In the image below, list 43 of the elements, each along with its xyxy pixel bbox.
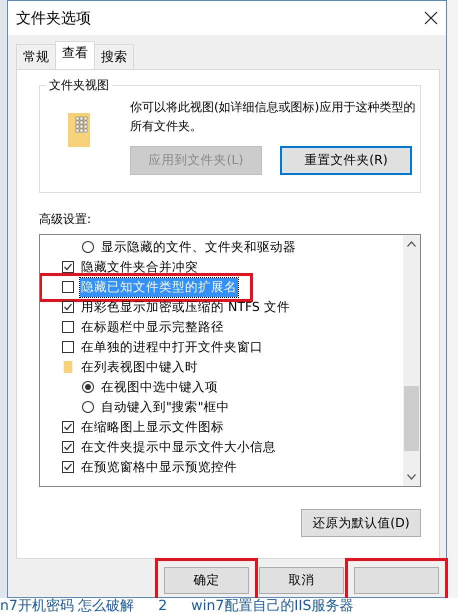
restore-defaults-button[interactable]: 还原为默认值(D): [301, 509, 421, 537]
scrollbar[interactable]: [403, 235, 420, 486]
setting-label[interactable]: 隐藏文件夹合并冲突: [80, 258, 199, 276]
tab[interactable]: 查看: [55, 41, 95, 69]
radio-button[interactable]: [82, 241, 94, 253]
setting-label[interactable]: 自动键入到"搜索"框中: [100, 398, 230, 416]
folder-icon: [68, 113, 90, 147]
scroll-down-icon[interactable]: [407, 474, 416, 480]
setting-label[interactable]: 在文件夹提示中显示文件大小信息: [80, 438, 277, 456]
checkbox[interactable]: [62, 321, 74, 333]
setting-label[interactable]: 在预览窗格中显示预览控件: [80, 458, 238, 476]
checkbox[interactable]: [62, 441, 74, 453]
checkbox[interactable]: [62, 461, 74, 473]
setting-label[interactable]: 在标题栏中显示完整路径: [80, 318, 225, 336]
checkbox[interactable]: [62, 261, 74, 273]
scroll-up-icon[interactable]: [407, 241, 416, 247]
setting-label[interactable]: 显示隐藏的文件、文件夹和驱动器: [100, 238, 297, 256]
checkbox[interactable]: [62, 341, 74, 353]
window-title: 文件夹选项: [16, 8, 91, 28]
folder-icon: [62, 361, 74, 373]
group-title: 文件夹视图: [46, 77, 112, 94]
setting-label[interactable]: 用彩色显示加密或压缩的 NTFS 文件: [80, 298, 291, 316]
checkbox[interactable]: [62, 301, 74, 313]
page-link[interactable]: n7开机密码 怎么破解: [0, 598, 134, 615]
page-link[interactable]: win7配置自己的IIS服务器: [191, 598, 354, 615]
checkbox[interactable]: [62, 281, 74, 293]
checkbox[interactable]: [62, 421, 74, 433]
setting-label[interactable]: 在列表视图中键入时: [80, 358, 199, 376]
setting-label[interactable]: 在缩略图上显示文件图标: [80, 418, 225, 436]
close-icon[interactable]: [424, 11, 438, 25]
page-link[interactable]: 2: [158, 598, 168, 615]
section-label: 高级设置:: [39, 211, 92, 228]
radio-button[interactable]: [82, 401, 94, 413]
radio-button[interactable]: [82, 381, 94, 393]
folder-view-button[interactable]: 重置文件夹(R): [280, 146, 412, 175]
setting-label[interactable]: 在视图中选中键入项: [100, 378, 219, 396]
dialog-button[interactable]: 取消: [259, 567, 344, 594]
tab[interactable]: 搜索: [94, 44, 134, 69]
setting-label[interactable]: 在单独的进程中打开文件夹窗口: [80, 338, 264, 356]
dialog-button[interactable]: 确定: [164, 567, 249, 594]
description-text: 你可以将此视图(如详细信息或图标)应用于这种类型的所有文件夹。: [130, 99, 416, 135]
tab[interactable]: 常规: [16, 44, 56, 69]
scrollbar-thumb[interactable]: [404, 386, 419, 451]
